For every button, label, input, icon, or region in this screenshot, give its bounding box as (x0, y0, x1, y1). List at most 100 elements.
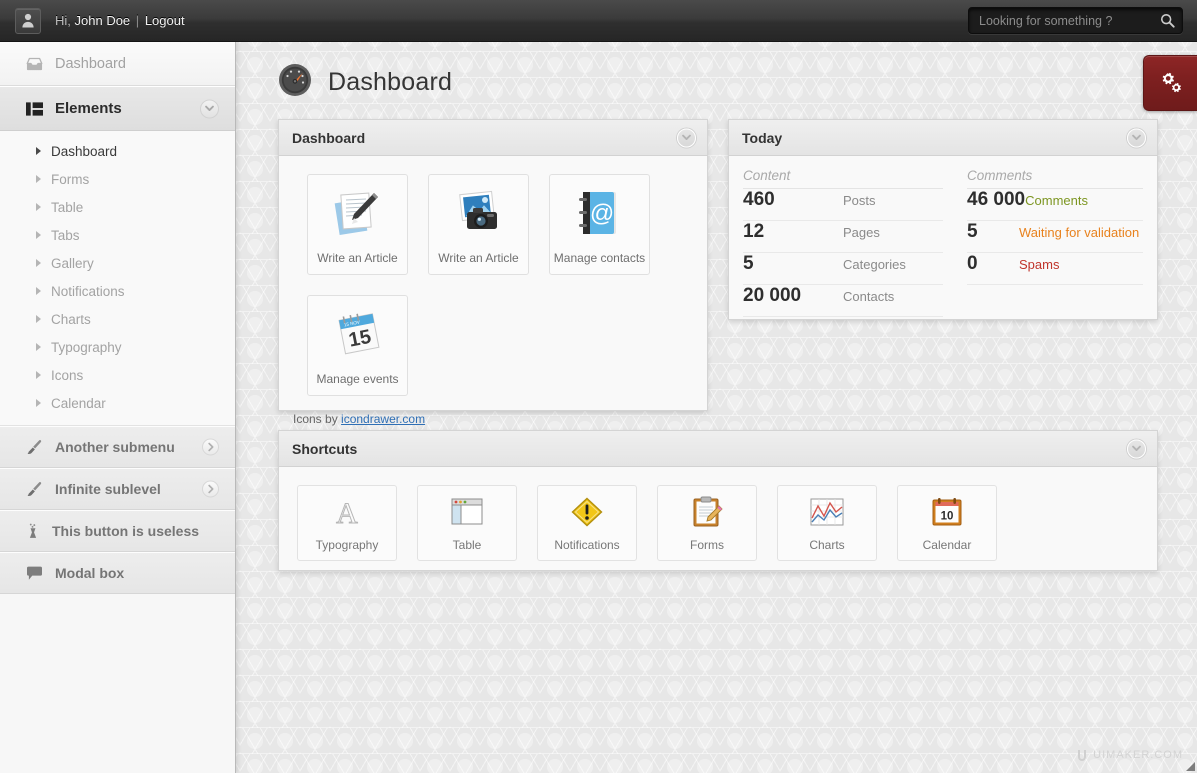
sidebar-item-dashboard[interactable]: Dashboard (0, 42, 235, 86)
sidebar-subitem-label: Calendar (51, 395, 106, 411)
dashboard-panel-header: Dashboard (279, 120, 707, 156)
brush-icon (26, 439, 43, 455)
page-header: Dashboard (278, 63, 452, 102)
sidebar-subitem-forms[interactable]: Forms (0, 165, 235, 193)
sidebar-subitem-label: Forms (51, 171, 90, 187)
column-header-comments: Comments (967, 166, 1143, 189)
chevron-right-icon[interactable] (202, 438, 219, 456)
sidebar-subitem-label: Gallery (51, 255, 94, 271)
chevron-down-icon[interactable] (1127, 439, 1146, 458)
stat-value: 46 000 (967, 189, 1026, 210)
tile-manage-contacts[interactable]: @ Manage contacts (549, 174, 650, 275)
caret-right-icon (36, 371, 41, 379)
stat-value: 5 (967, 221, 978, 242)
camera-photo-icon (451, 175, 507, 251)
stat-value: 20 000 (743, 285, 802, 306)
pin-icon (26, 523, 40, 539)
dashboard-panel-title: Dashboard (292, 129, 366, 146)
today-panel-title: Today (742, 129, 783, 146)
shortcut-charts[interactable]: Charts (777, 485, 877, 561)
search-input[interactable] (969, 13, 1152, 28)
tile-write-article-doc[interactable]: Write an Article (307, 174, 408, 275)
shortcut-forms[interactable]: Forms (657, 485, 757, 561)
inbox-tray-icon (26, 57, 43, 71)
tile-manage-events[interactable]: 15 NOV 15 Manage events (307, 295, 408, 396)
sidebar-subitem-label: Table (51, 199, 84, 215)
chevron-down-icon[interactable] (677, 128, 696, 147)
caret-right-icon (36, 231, 41, 239)
shortcut-label: Notifications (554, 538, 620, 552)
shortcut-notifications[interactable]: Notifications (537, 485, 637, 561)
shortcuts-panel-header: Shortcuts (279, 431, 1157, 467)
stat-label: Categories (843, 257, 906, 272)
chevron-down-icon[interactable] (1127, 128, 1146, 147)
tile-write-article-photo[interactable]: Write an Article (428, 174, 529, 275)
page-title: Dashboard (328, 68, 453, 96)
logout-link[interactable]: Logout (145, 13, 185, 28)
sidebar-subitem-gallery[interactable]: Gallery (0, 249, 235, 277)
sidebar-subitem-tabs[interactable]: Tabs (0, 221, 235, 249)
table-row: 460 Posts (743, 189, 943, 221)
warning-diamond-icon (571, 486, 603, 538)
table-row: 5 Waiting for validation (967, 221, 1143, 253)
stat-value: 5 (743, 253, 754, 274)
caret-right-icon (36, 259, 41, 267)
sidebar-subitem-label: Typography (51, 339, 122, 355)
sidebar-subitem-label: Charts (51, 311, 91, 327)
sidebar-item-infinite-sublevel[interactable]: Infinite sublevel (0, 468, 235, 510)
icons-credit-prefix: Icons by (293, 412, 338, 426)
chevron-right-icon[interactable] (202, 480, 219, 498)
stat-label: Spams (1019, 257, 1060, 272)
shortcut-table[interactable]: Table (417, 485, 517, 561)
document-pen-icon (330, 175, 386, 251)
letter-a-icon: A (330, 486, 364, 538)
dashboard-tiles: Write an Article Write an Article @ Mana… (279, 156, 707, 396)
sidebar-subitem-label: Dashboard (51, 143, 118, 159)
sidebar-item-label: This button is useless (52, 523, 200, 539)
sidebar-item-useless-button[interactable]: This button is useless (0, 510, 235, 552)
sidebar-section-elements[interactable]: Elements (0, 86, 235, 131)
sidebar-subitem-table[interactable]: Table (0, 193, 235, 221)
caret-right-icon (36, 203, 41, 211)
today-comments-column: Comments 46 000 Comments 5 Waiting for v… (943, 166, 1143, 317)
speedometer-icon (278, 63, 312, 102)
sidebar-subitem-notifications[interactable]: Notifications (0, 277, 235, 305)
speech-bubble-icon (26, 566, 43, 581)
clipboard-pencil-icon (691, 486, 723, 538)
shortcuts-panel: Shortcuts A Typography Table Notificatio… (278, 430, 1158, 571)
line-chart-icon (810, 486, 844, 538)
sidebar-subitem-icons[interactable]: Icons (0, 361, 235, 389)
stat-value: 0 (967, 253, 978, 274)
user-avatar-icon[interactable] (15, 7, 41, 34)
icondrawer-link[interactable]: icondrawer.com (341, 412, 425, 426)
chevron-down-icon[interactable] (200, 99, 219, 118)
sidebar-subitem-calendar[interactable]: Calendar (0, 389, 235, 417)
today-panel-header: Today (729, 120, 1157, 156)
today-stats-grid: Content 460 Posts 12 Pages 5 Categories (729, 156, 1157, 331)
stat-label: Pages (843, 225, 880, 240)
calendar-10-icon: 10 (931, 486, 963, 538)
sidebar-subitem-typography[interactable]: Typography (0, 333, 235, 361)
caret-right-icon (36, 287, 41, 295)
stat-value: 460 (743, 189, 775, 210)
tile-label: Manage contacts (553, 251, 646, 265)
settings-button[interactable] (1143, 55, 1197, 111)
sidebar-item-another-submenu[interactable]: Another submenu (0, 426, 235, 468)
sidebar-subitem-label: Notifications (51, 283, 125, 299)
caret-right-icon (36, 147, 41, 155)
resize-grip[interactable] (1186, 762, 1195, 771)
sidebar-item-modal-box[interactable]: Modal box (0, 552, 235, 594)
sidebar-subitem-charts[interactable]: Charts (0, 305, 235, 333)
search-box[interactable] (968, 7, 1183, 34)
shortcut-typography[interactable]: A Typography (297, 485, 397, 561)
shortcut-calendar[interactable]: 10 Calendar (897, 485, 997, 561)
avatar-glyph (22, 13, 34, 28)
sidebar-subitem-label: Icons (51, 367, 84, 383)
stat-label: Comments (1025, 193, 1088, 208)
today-panel: Today Content 460 Posts 12 Pages 5 Categ… (728, 119, 1158, 320)
user-name[interactable]: John Doe (75, 13, 131, 28)
search-icon[interactable] (1152, 8, 1182, 33)
table-row: 20 000 Contacts (743, 285, 943, 317)
shortcut-label: Forms (690, 538, 724, 552)
sidebar-subitem-dashboard[interactable]: Dashboard (0, 137, 235, 165)
